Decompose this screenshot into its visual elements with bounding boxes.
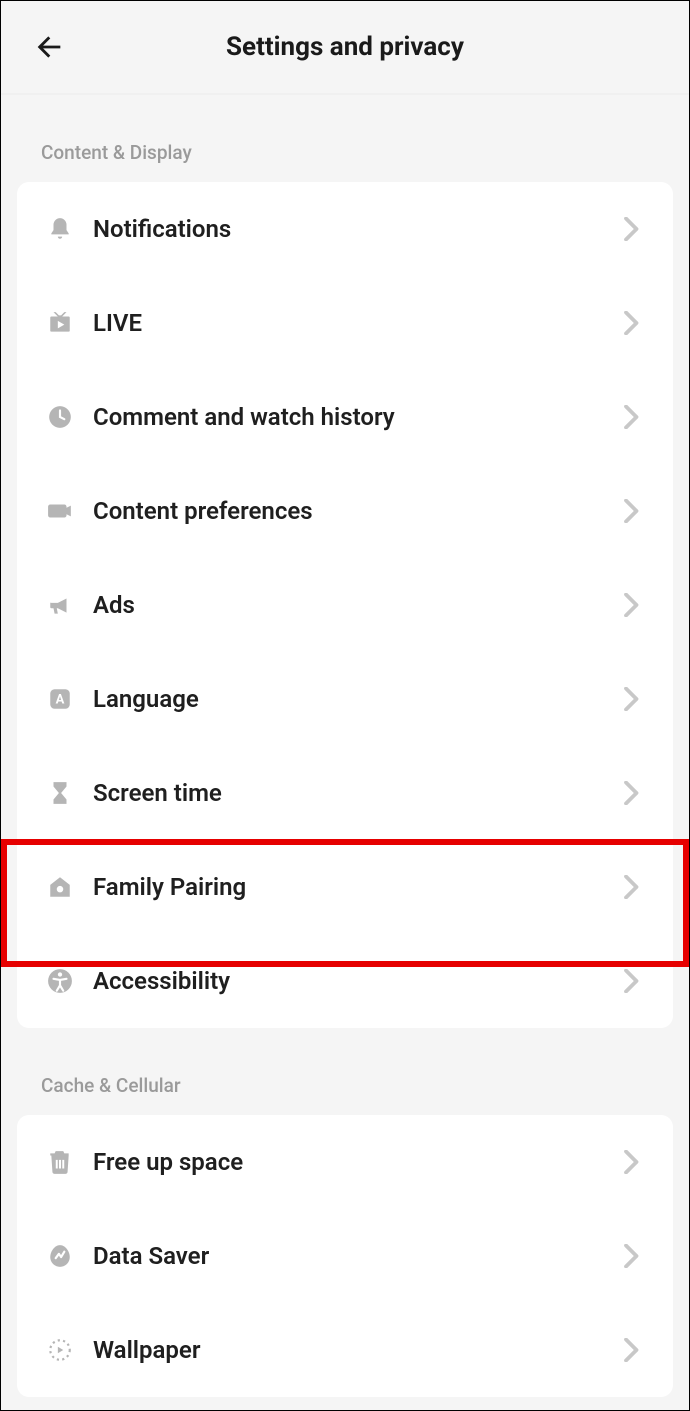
- row-label: Data Saver: [89, 1242, 621, 1270]
- content-display-card: Notifications LIVE Comment and watch h: [17, 182, 673, 1028]
- accessibility-icon: [47, 968, 89, 994]
- trash-icon: [47, 1149, 89, 1175]
- row-label: Content preferences: [89, 497, 621, 525]
- chevron-right-icon: [621, 1338, 643, 1362]
- row-label: Family Pairing: [89, 873, 621, 901]
- live-icon: [47, 310, 89, 336]
- back-button[interactable]: [31, 29, 67, 65]
- language-icon: A: [47, 686, 89, 712]
- chevron-right-icon: [621, 311, 643, 335]
- clock-icon: [47, 404, 89, 430]
- row-label: Notifications: [89, 215, 621, 243]
- bell-icon: [47, 216, 89, 242]
- header: Settings and privacy: [1, 1, 689, 95]
- row-accessibility[interactable]: Accessibility: [17, 934, 673, 1028]
- row-free-up-space[interactable]: Free up space: [17, 1115, 673, 1209]
- row-live[interactable]: LIVE: [17, 276, 673, 370]
- row-ads[interactable]: Ads: [17, 558, 673, 652]
- megaphone-icon: [47, 592, 89, 618]
- page-title: Settings and privacy: [25, 32, 665, 62]
- section-header-cache-cellular: Cache & Cellular: [17, 1028, 673, 1115]
- row-label: Comment and watch history: [89, 403, 621, 431]
- row-notifications[interactable]: Notifications: [17, 182, 673, 276]
- cache-cellular-card: Free up space Data Saver Wallpaper: [17, 1115, 673, 1397]
- section-header-content-display: Content & Display: [17, 95, 673, 182]
- row-screen-time[interactable]: Screen time: [17, 746, 673, 840]
- row-family-pairing[interactable]: Family Pairing: [17, 840, 673, 934]
- chevron-right-icon: [621, 969, 643, 993]
- row-wallpaper[interactable]: Wallpaper: [17, 1303, 673, 1397]
- chevron-right-icon: [621, 1244, 643, 1268]
- chevron-right-icon: [621, 593, 643, 617]
- row-label: Screen time: [89, 779, 621, 807]
- data-saver-icon: [47, 1243, 89, 1269]
- chevron-right-icon: [621, 875, 643, 899]
- row-label: Accessibility: [89, 967, 621, 995]
- arrow-left-icon: [32, 30, 66, 64]
- video-icon: [47, 498, 89, 524]
- content-scroll[interactable]: Content & Display Notifications LIVE: [1, 95, 689, 1410]
- row-content-preferences[interactable]: Content preferences: [17, 464, 673, 558]
- row-label: Language: [89, 685, 621, 713]
- chevron-right-icon: [621, 687, 643, 711]
- chevron-right-icon: [621, 217, 643, 241]
- hourglass-icon: [47, 780, 89, 806]
- row-label: Wallpaper: [89, 1336, 621, 1364]
- chevron-right-icon: [621, 499, 643, 523]
- chevron-right-icon: [621, 781, 643, 805]
- wallpaper-icon: [47, 1337, 89, 1363]
- row-comment-watch-history[interactable]: Comment and watch history: [17, 370, 673, 464]
- row-label: Ads: [89, 591, 621, 619]
- house-icon: [47, 874, 89, 900]
- row-label: LIVE: [89, 309, 621, 337]
- row-label: Free up space: [89, 1148, 621, 1176]
- chevron-right-icon: [621, 405, 643, 429]
- svg-text:A: A: [56, 692, 65, 707]
- row-language[interactable]: A Language: [17, 652, 673, 746]
- chevron-right-icon: [621, 1150, 643, 1174]
- row-data-saver[interactable]: Data Saver: [17, 1209, 673, 1303]
